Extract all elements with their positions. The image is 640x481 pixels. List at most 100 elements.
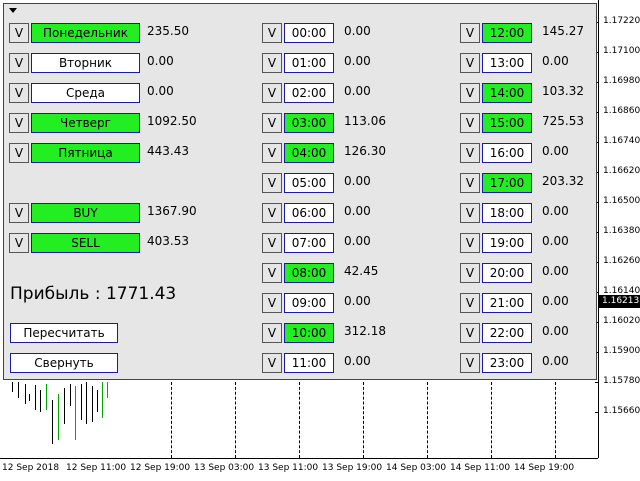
hour-0400-filter-button[interactable]: 04:00: [284, 143, 334, 163]
session-separator: [491, 382, 492, 458]
hour-0000-toggle-button[interactable]: V: [262, 23, 282, 43]
hour-0100-filter-button[interactable]: 01:00: [284, 53, 334, 73]
day-friday-filter-button[interactable]: Пятница: [31, 143, 140, 163]
hour-0400-toggle-button[interactable]: V: [262, 143, 282, 163]
hour-1300-filter-button[interactable]: 13:00: [482, 53, 532, 73]
type-buy-filter-button[interactable]: BUY: [31, 203, 140, 223]
day-wednesday-toggle-button[interactable]: V: [9, 83, 29, 103]
hour-2300-filter-button[interactable]: 23:00: [482, 353, 532, 373]
hour-1500-toggle-button[interactable]: V: [460, 113, 480, 133]
hour-1300-value: 0.00: [542, 54, 569, 68]
session-separator: [363, 382, 364, 458]
hour-2000-toggle-button[interactable]: V: [460, 263, 480, 283]
day-tuesday-toggle-button[interactable]: V: [9, 53, 29, 73]
hour-1400-filter-button[interactable]: 14:00: [482, 83, 532, 103]
hour-0100-toggle-button[interactable]: V: [262, 53, 282, 73]
hour-1600-filter-button[interactable]: 16:00: [482, 143, 532, 163]
hour-1900-toggle-button[interactable]: V: [460, 233, 480, 253]
hour-2200-toggle-button[interactable]: V: [460, 323, 480, 343]
hour-0200-filter-button[interactable]: 02:00: [284, 83, 334, 103]
hour-2000-filter-button[interactable]: 20:00: [482, 263, 532, 283]
hour-1200-toggle-button[interactable]: V: [460, 23, 480, 43]
day-monday-filter-button[interactable]: Понедельник: [31, 23, 140, 43]
candle: [75, 386, 76, 440]
hour-1200-value: 145.27: [542, 24, 584, 38]
hour-0000-filter-button[interactable]: 00:00: [284, 23, 334, 43]
hour-0600-value: 0.00: [344, 204, 371, 218]
hour-2300-toggle-button[interactable]: V: [460, 353, 480, 373]
day-thursday-filter-button[interactable]: Четверг: [31, 113, 140, 133]
hour-0000-value: 0.00: [344, 24, 371, 38]
type-buy-toggle-button[interactable]: V: [9, 203, 29, 223]
time-label: 12 Sep 19:00: [130, 463, 191, 473]
session-separator: [555, 382, 556, 458]
time-label: 13 Sep 19:00: [322, 463, 383, 473]
hour-1300-toggle-button[interactable]: V: [460, 53, 480, 73]
session-separator: [235, 382, 236, 458]
candle: [40, 390, 41, 412]
hour-0600-filter-button[interactable]: 06:00: [284, 203, 334, 223]
hour-1500-filter-button[interactable]: 15:00: [482, 113, 532, 133]
hour-1800-filter-button[interactable]: 18:00: [482, 203, 532, 223]
hour-0500-toggle-button[interactable]: V: [262, 173, 282, 193]
price-tick: [595, 412, 599, 413]
hour-1100-filter-button[interactable]: 11:00: [284, 353, 334, 373]
hour-1400-value: 103.32: [542, 84, 584, 98]
candle: [107, 382, 108, 398]
hour-2200-filter-button[interactable]: 22:00: [482, 323, 532, 343]
hour-1700-filter-button[interactable]: 17:00: [482, 173, 532, 193]
panel-menu-arrow-icon[interactable]: [9, 8, 17, 13]
candle: [18, 382, 19, 398]
candle: [86, 382, 87, 424]
candle: [81, 384, 82, 420]
hour-0200-toggle-button[interactable]: V: [262, 83, 282, 103]
day-wednesday-filter-button[interactable]: Среда: [31, 83, 140, 103]
hour-1200-filter-button[interactable]: 12:00: [482, 23, 532, 43]
hour-0300-filter-button[interactable]: 03:00: [284, 113, 334, 133]
time-label: 14 Sep 03:00: [386, 463, 447, 473]
hour-1700-toggle-button[interactable]: V: [460, 173, 480, 193]
hour-2100-filter-button[interactable]: 21:00: [482, 293, 532, 313]
hour-1400-toggle-button[interactable]: V: [460, 83, 480, 103]
collapse-button[interactable]: Свернуть: [10, 353, 118, 373]
hour-0700-toggle-button[interactable]: V: [262, 233, 282, 253]
day-thursday-toggle-button[interactable]: V: [9, 113, 29, 133]
hour-1600-value: 0.00: [542, 144, 569, 158]
hour-2100-toggle-button[interactable]: V: [460, 293, 480, 313]
session-separator: [427, 382, 428, 458]
hour-0600-toggle-button[interactable]: V: [262, 203, 282, 223]
hour-1700-value: 203.32: [542, 174, 584, 188]
session-separator: [299, 382, 300, 458]
stats-panel: Прибыль : 1771.43 Пересчитать Свернуть V…: [3, 3, 597, 380]
hour-0500-filter-button[interactable]: 05:00: [284, 173, 334, 193]
recalculate-button[interactable]: Пересчитать: [10, 323, 118, 343]
hour-0700-filter-button[interactable]: 07:00: [284, 233, 334, 253]
type-sell-filter-button[interactable]: SELL: [31, 233, 140, 253]
hour-1100-toggle-button[interactable]: V: [262, 353, 282, 373]
price-label: 1.16620: [603, 166, 640, 176]
price-label: 1.17220: [603, 16, 640, 26]
hour-0800-toggle-button[interactable]: V: [262, 263, 282, 283]
hour-1600-toggle-button[interactable]: V: [460, 143, 480, 163]
time-label: 13 Sep 11:00: [258, 463, 319, 473]
day-friday-toggle-button[interactable]: V: [9, 143, 29, 163]
hour-1000-value: 312.18: [344, 324, 386, 338]
hour-0300-toggle-button[interactable]: V: [262, 113, 282, 133]
hour-1100-value: 0.00: [344, 354, 371, 368]
hour-1900-filter-button[interactable]: 19:00: [482, 233, 532, 253]
type-sell-toggle-button[interactable]: V: [9, 233, 29, 253]
profit-total: Прибыль : 1771.43: [10, 284, 177, 304]
hour-1800-toggle-button[interactable]: V: [460, 203, 480, 223]
price-label: 1.17100: [603, 46, 640, 56]
hour-0900-filter-button[interactable]: 09:00: [284, 293, 334, 313]
hour-1000-filter-button[interactable]: 10:00: [284, 323, 334, 343]
hour-0800-filter-button[interactable]: 08:00: [284, 263, 334, 283]
price-label: 1.16860: [603, 106, 640, 116]
hour-1800-value: 0.00: [542, 204, 569, 218]
day-monday-toggle-button[interactable]: V: [9, 23, 29, 43]
hour-2200-value: 0.00: [542, 324, 569, 338]
hour-1000-toggle-button[interactable]: V: [262, 323, 282, 343]
day-tuesday-filter-button[interactable]: Вторник: [31, 53, 140, 73]
candle: [92, 386, 93, 422]
hour-0900-toggle-button[interactable]: V: [262, 293, 282, 313]
